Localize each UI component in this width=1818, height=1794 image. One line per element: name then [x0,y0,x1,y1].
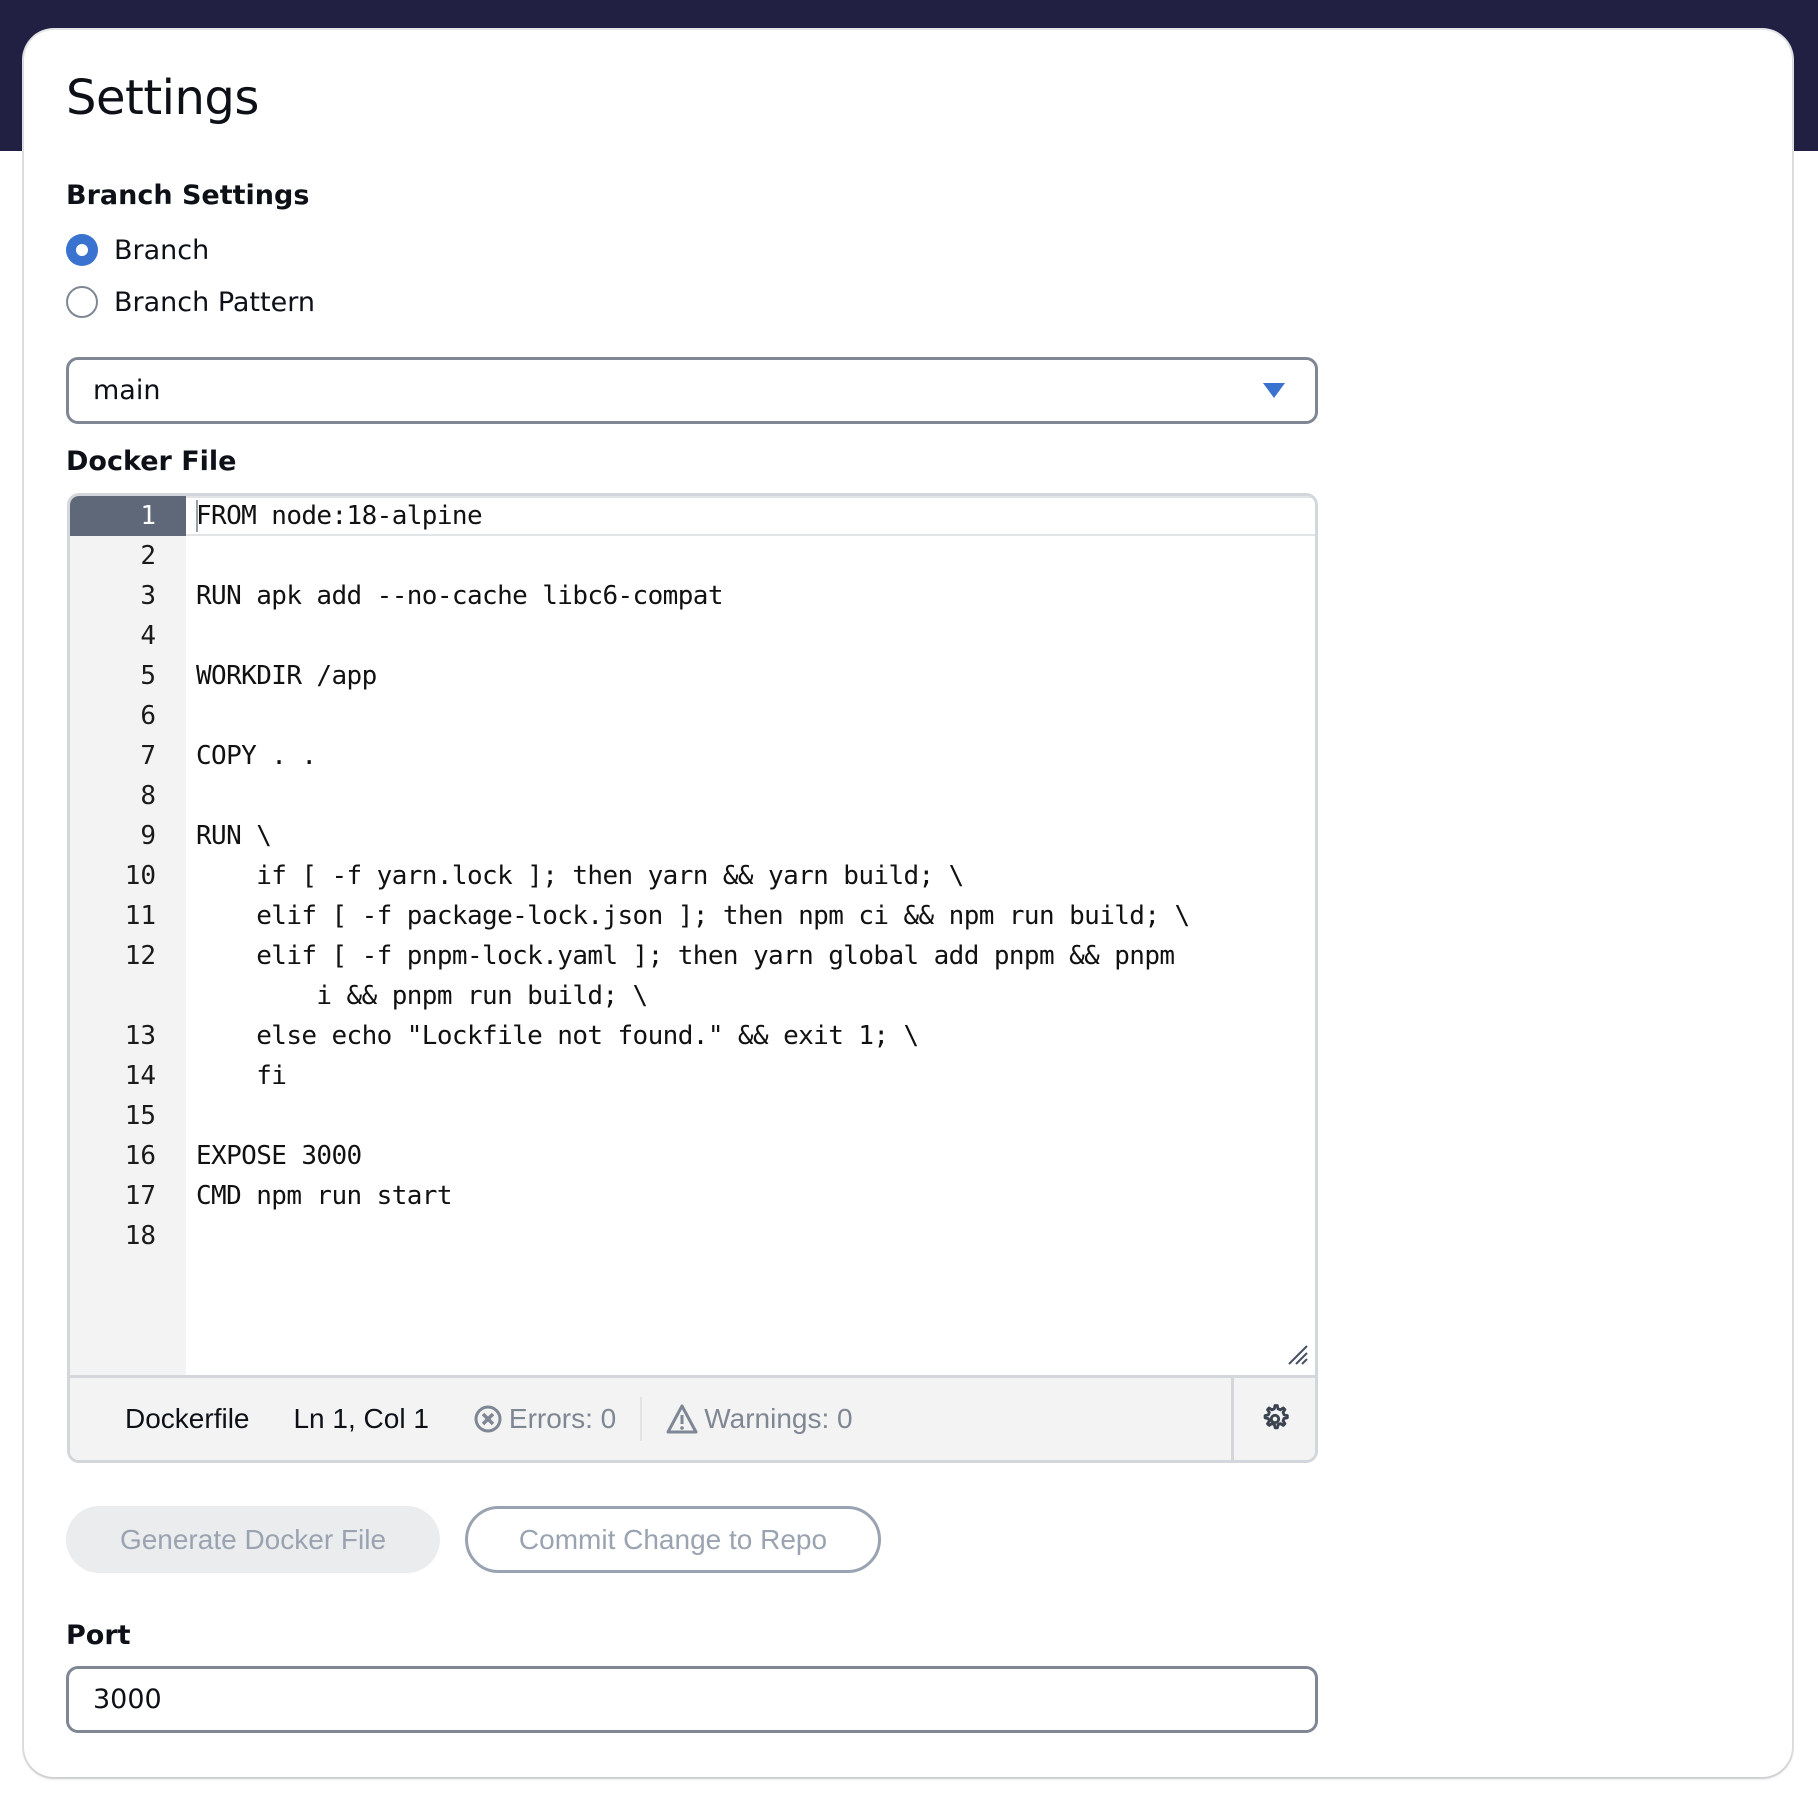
line-number: 8 [140,781,156,811]
docker-file-label: Docker File [66,446,237,477]
line-number: 15 [124,1101,156,1131]
code-line[interactable]: CMD npm run start [196,1176,453,1216]
code-line[interactable]: elif [ -f package-lock.json ]; then npm … [196,896,1190,936]
resize-grip-icon[interactable] [1287,1344,1309,1366]
status-separator [640,1397,643,1441]
warning-triangle-icon [666,1404,698,1434]
line-number: 18 [124,1221,156,1251]
code-line[interactable]: RUN apk add --no-cache libc6-compat [196,576,723,616]
status-cursor-position[interactable]: Ln 1, Col 1 [293,1403,428,1435]
text-cursor [196,500,198,532]
line-number: 4 [140,621,156,651]
port-input-value: 3000 [93,1684,162,1715]
line-number: 3 [140,581,156,611]
radio-branch[interactable]: Branch [66,234,209,266]
code-line[interactable]: WORKDIR /app [196,656,377,696]
radio-branch-label: Branch [114,234,210,266]
line-number: 11 [124,901,156,931]
error-circle-icon [474,1405,502,1433]
port-label: Port [66,1620,131,1651]
status-warnings[interactable]: Warnings: 0 [666,1403,853,1435]
branch-settings-label: Branch Settings [66,180,310,211]
generate-docker-file-button[interactable]: Generate Docker File [66,1506,440,1573]
line-number: 13 [124,1021,156,1051]
line-number: 1 [70,496,186,536]
line-number: 12 [124,941,156,971]
code-line[interactable]: RUN \ [196,816,272,856]
radio-button-unchecked[interactable] [66,286,98,318]
line-number [70,976,186,1016]
code-line[interactable]: EXPOSE 3000 [196,1136,362,1176]
gear-icon [1263,1404,1289,1430]
code-line[interactable]: COPY . . [196,736,317,776]
line-number: 7 [140,741,156,771]
status-language[interactable]: Dockerfile [125,1403,249,1435]
code-line[interactable]: else echo "Lockfile not found." && exit … [196,1016,919,1056]
line-number: 6 [140,701,156,731]
code-line[interactable]: if [ -f yarn.lock ]; then yarn && yarn b… [196,856,964,896]
radio-branch-pattern[interactable]: Branch Pattern [66,286,315,318]
chevron-down-icon[interactable] [1263,383,1285,398]
line-number: 5 [140,661,156,691]
code-line[interactable]: FROM node:18-alpine [196,496,483,536]
line-number: 14 [124,1061,156,1091]
editor-settings-button[interactable] [1231,1378,1315,1460]
line-number: 2 [140,541,156,571]
branch-select[interactable]: main [66,357,1318,424]
editor-status-bar: Dockerfile Ln 1, Col 1 Errors: 0 Warning… [70,1375,1315,1460]
code-line[interactable]: elif [ -f pnpm-lock.yaml ]; then yarn gl… [196,936,1175,976]
status-errors-label: Errors: 0 [508,1403,617,1434]
status-errors[interactable]: Errors: 0 [473,1403,616,1435]
commit-change-button[interactable]: Commit Change to Repo [465,1506,881,1573]
line-number: 17 [124,1181,156,1211]
page-title: Settings [66,70,259,126]
line-number: 16 [124,1141,156,1171]
radio-button-checked[interactable] [66,234,98,266]
line-number: 10 [124,861,156,891]
line-number: 9 [140,821,156,851]
code-line[interactable]: fi [196,1056,287,1096]
radio-branch-pattern-label: Branch Pattern [114,286,315,318]
port-input[interactable]: 3000 [66,1666,1318,1733]
code-line[interactable]: i && pnpm run build; \ [196,976,648,1016]
status-warnings-label: Warnings: 0 [704,1403,853,1434]
branch-select-value: main [93,375,161,406]
docker-file-editor[interactable]: 1 FROM node:18-alpine 2 3 RUN apk add --no-c… [67,493,1318,1463]
